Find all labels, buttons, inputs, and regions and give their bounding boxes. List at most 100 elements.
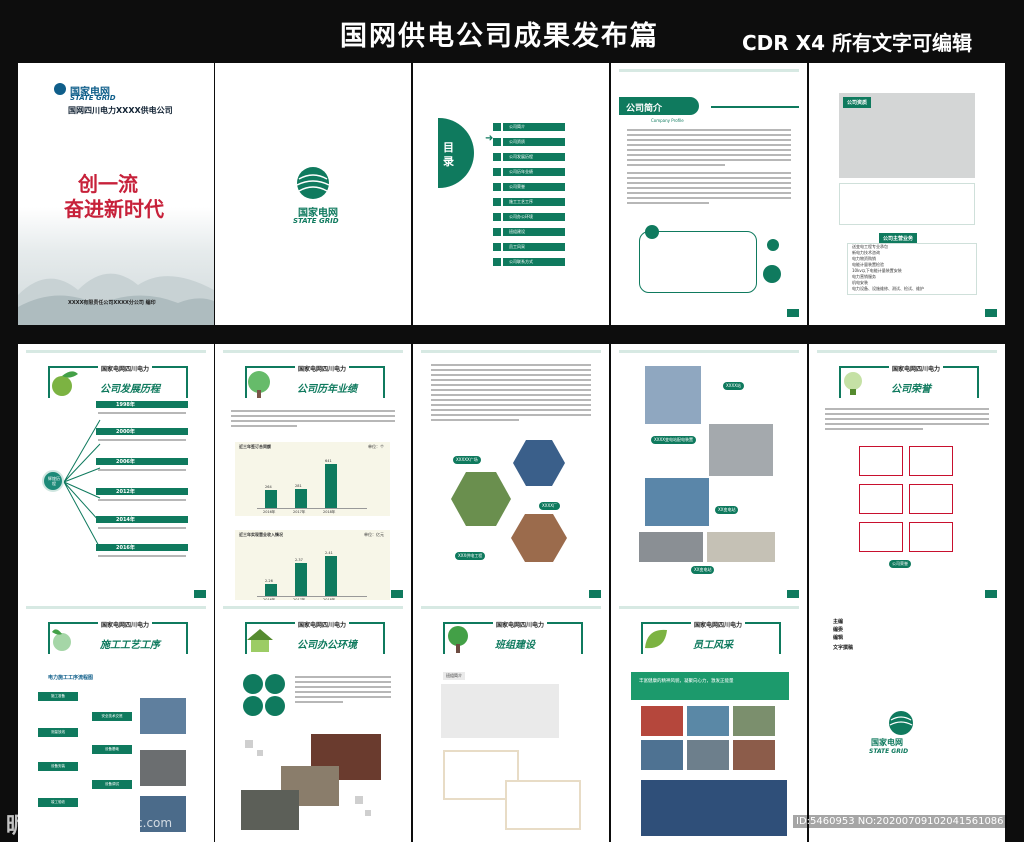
toc-item[interactable]: 公司荣誉 [493,183,565,191]
top-banner: 国网供电公司成果发布篇 CDR X4 所有文字可编辑 [0,0,1024,58]
flow-step: 施工准备 [38,692,78,701]
chart-bar [325,555,337,596]
chart-bar [265,489,277,508]
profile-page[interactable]: 公司简介 Company Profile [611,63,807,325]
chart-data-label: 2.41 [325,550,333,555]
state-grid-globe-icon [296,167,330,199]
page-number [985,309,997,317]
chart-unit: 单位：个 [368,444,384,449]
watermark-id: ID:5460953 NO:20200709102041561086 [793,815,1007,828]
chart-title: 近三年实现营业收入情况 [239,532,283,537]
mountains-illustration [18,273,214,325]
page-number [589,590,601,598]
flow-step: 竣工验收 [38,798,78,807]
toc-item[interactable]: 公司简介 [493,123,565,131]
list-item: 电力设备、设施维修、测试、检试、维护 [852,286,924,291]
toc-item[interactable]: 员工风采 [493,243,565,251]
group-photo [641,780,787,836]
construction-page[interactable]: 国家电网四川电力 施工工艺工序 电力施工工序流程图 施工准备 安全技术交底 测量… [18,600,214,842]
chart-axis [257,596,367,597]
honor-page[interactable]: 国家电网四川电力 公司荣誉 公司荣誉 [809,344,1005,606]
performance-page[interactable]: 国家电网四川电力 公司历年业绩 近三年签订合同额 单位：个 264 2016年 28… [215,344,411,606]
back-cover-page[interactable]: 主编 编委 编辑 文字撰稿 国家电网 STATE GRID [809,600,1005,842]
page-number [391,590,403,598]
section-title: 公司历年业绩 [297,384,357,395]
contracts-chart: 近三年签订合同额 单位：个 264 2016年 281 2017年 641 2018年 [235,442,390,516]
logo-page[interactable]: 国家电网 STATE GRID [215,63,411,325]
toc-item[interactable]: 公司联系方式 [493,258,565,266]
page-header-bar [223,606,403,609]
chart-title: 近三年签订合同额 [239,444,271,449]
staff-photo [641,706,683,736]
project-tag: XXXX厂 [539,502,560,510]
certificate-frame [859,522,903,552]
page-header-bar [619,69,799,72]
chart-bar [265,584,277,596]
toc-item[interactable]: 公司资质 [493,138,565,146]
toc-item[interactable]: 施工工艺工序 [493,198,565,206]
tree-globe-icon [448,626,468,653]
certificate-frame [859,484,903,514]
project-photo [511,514,567,562]
header-org: 国家电网四川电力 [295,620,350,629]
photo-tag: XXXX站 [723,382,744,390]
staff-photo [733,740,775,770]
watermark-url: www.nipic.com [82,816,173,830]
worker-photo [140,698,186,734]
photo-tag: XXXX变电站配电装置 [651,436,696,444]
business-page[interactable]: 公司资质 公司主营业务 送变电工程专业承包 新电力技术咨询 电力物资购销 电能计… [809,63,1005,325]
divider [711,106,799,108]
page-number [787,590,799,598]
section-title: 公司办公环境 [297,640,357,651]
history-page[interactable]: 国家电网四川电力 公司发展历程 辉煌历程 1998年 2000年 2006年 2… [18,344,214,606]
chart-x-tick: 2018年 [323,510,336,514]
page-header-bar [421,350,601,353]
worker-photo [140,750,186,786]
year-bar: 2000年 [96,428,188,435]
project-photo [451,472,511,526]
chart-data-label: 281 [295,483,302,488]
staff-banner: 丰富健康的精神风貌，凝聚向心力，激发正能量 [631,672,789,700]
pixel-decor [257,750,263,756]
cover-page[interactable]: 国家电网 STATE GRID 国网四川电力XXXX供电公司 创一流 奋进新时代… [18,63,214,325]
project-tag: XXX供电工程 [455,552,486,560]
toc-page[interactable]: 目录 ➜ 公司简介 公司资质 公司发展历程 公司历年业绩 公司荣誉 施工工艺工序… [413,63,609,325]
section-title: 公司发展历程 [100,384,160,395]
page-number [985,590,997,598]
meta-label: 文字撰稿 [833,645,854,651]
section-title: 员工风采 [693,640,733,651]
certificate-frame [909,484,953,514]
pixel-decor [245,740,253,748]
page-subtitle: CDR X4 所有文字可编辑 [742,31,972,55]
substation-page[interactable]: XXXX站 XXXX变电站配电装置 XX变电站 XX变电站 [611,344,807,606]
toc-item[interactable]: 班组建设 [493,228,565,236]
page-header-bar [817,350,997,353]
staff-page[interactable]: 国家电网四川电力 员工风采 丰富健康的精神风貌，凝聚向心力，激发正能量 [611,600,807,842]
flow-step: 设备基础 [92,745,132,754]
chart-data-label: 2.26 [265,579,273,584]
projects-page[interactable]: XXXXX广场 XXXX厂 XXX供电工程 [413,344,609,606]
chart-data-label: 264 [265,484,272,489]
photo-tag: XX变电站 [715,506,739,514]
substation-photo [707,532,775,562]
profile-title-en: Company Profile [651,118,684,123]
team-page[interactable]: 国家电网四川电力 班组建设 班组简介 [413,600,609,842]
building-photo [645,366,701,424]
office-photo [241,790,299,830]
header-org: 国家电网四川电力 [493,620,548,629]
certificate-frame [909,522,953,552]
office-page[interactable]: 国家电网四川电力 公司办公环境 [215,600,411,842]
business-list: 送变电工程专业承包 新电力技术咨询 电力物资购销 电能计量装置检验 10kv以下… [847,243,977,295]
state-grid-globe-icon [889,711,913,735]
toc-item[interactable]: 公司发展历程 [493,153,565,161]
toc-item[interactable]: 公司历年业绩 [493,168,565,176]
toc-item[interactable]: 公司办公环境 [493,213,565,221]
logo-en-text: STATE GRID [70,94,116,102]
page-header-bar [223,350,403,353]
revenue-chart: 近三年实现营业收入情况 单位：亿元 2.262016年2.372017年2.41… [235,530,390,604]
watermark-logo: 昵图网 [6,813,73,839]
tree-icon [248,371,270,398]
header-org: 国家电网四川电力 [691,620,746,629]
meta-label: 编辑 [833,635,844,641]
clover-decor [243,696,263,716]
